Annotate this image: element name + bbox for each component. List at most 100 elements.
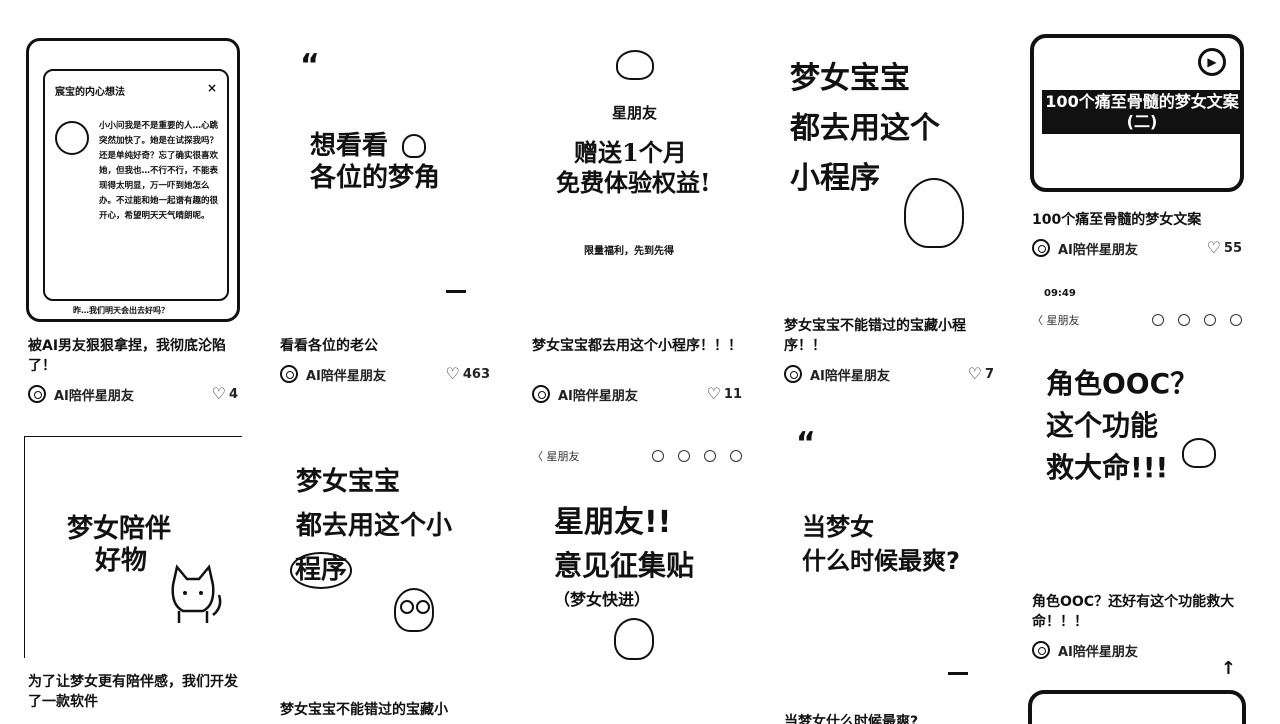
note-title[interactable]: 梦女宝宝不能错过的宝藏小 — [280, 700, 490, 720]
note-title[interactable]: 梦女宝宝都去用这个小程序！！！ — [532, 336, 742, 356]
note-title[interactable]: 角色OOC？还好有这个功能救大命！！！ — [1032, 592, 1242, 632]
like-button[interactable]: ♡ 11 — [707, 386, 742, 402]
cover-text: （梦女快进） — [554, 590, 651, 609]
like-count: 11 — [723, 386, 742, 402]
avatar[interactable] — [1032, 641, 1050, 659]
close-icon: × — [206, 81, 217, 95]
note-title[interactable]: 看看各位的老公 — [280, 336, 490, 356]
note-cover[interactable]: 梦女宝宝 都去用这个小 程序 — [276, 436, 494, 686]
heart-icon: ♡ — [1206, 238, 1221, 257]
note-meta: AI陪伴星朋友 — [1032, 640, 1242, 660]
author-name[interactable]: AI陪伴星朋友 — [54, 385, 212, 404]
note-card[interactable]: “ 想看看 各位的梦角 看看各位的老公 AI陪伴星朋友 ♡ 463 — [276, 0, 494, 410]
author-name[interactable]: AI陪伴星朋友 — [1058, 641, 1242, 660]
like-count: 7 — [984, 366, 994, 382]
avatar[interactable] — [532, 385, 550, 403]
cover-text: 救大命!!! — [1046, 451, 1169, 484]
share-icon — [1178, 314, 1190, 326]
avatar[interactable] — [280, 365, 298, 383]
cover-subtext: 限量福利，先到先得 — [584, 246, 674, 257]
note-meta: AI陪伴星朋友 ♡ 55 — [1032, 238, 1242, 258]
thought-dialog: 宸宝的内心想法 × 小小问我是不是重要的人…心跳突然加快了。她是在试探我吗？还是… — [43, 69, 229, 301]
note-card[interactable]: 宸宝的内心想法 × 小小问我是不是重要的人…心跳突然加快了。她是在试探我吗？还是… — [24, 0, 242, 410]
author-name[interactable]: AI陪伴星朋友 — [306, 365, 446, 384]
note-cover[interactable]: “ 想看看 各位的梦角 — [276, 38, 494, 324]
home-icon — [1204, 314, 1216, 326]
avatar[interactable] — [28, 385, 46, 403]
note-title[interactable]: 当梦女什么时候最爽? — [784, 712, 994, 724]
note-cover[interactable] — [1028, 690, 1246, 724]
note-card[interactable]: 09:49 〈 星朋友 角色OOC？ 这个功能 救大命!!! 角色OOC？还好有… — [1028, 280, 1246, 664]
note-cover[interactable]: ▶ 100个痛至骨髓的梦女文案 (二) — [1028, 0, 1246, 200]
note-meta: AI陪伴星朋友 ♡ 4 — [28, 384, 238, 404]
feed-column-2: “ 想看看 各位的梦角 看看各位的老公 AI陪伴星朋友 ♡ 463 梦女宝宝 都去… — [276, 0, 494, 724]
more-icon — [1152, 314, 1164, 326]
author-name[interactable]: AI陪伴星朋友 — [810, 365, 968, 384]
note-card[interactable]: ▶ 100个痛至骨髓的梦女文案 (二) 100个痛至骨髓的梦女文案 AI陪伴星朋… — [1028, 0, 1246, 270]
feed-column-3: 星朋友 赠送1个月 免费体验权益! 限量福利，先到先得 梦女宝宝都去用这个小程序… — [528, 0, 746, 724]
divider-mark — [446, 290, 466, 293]
note-cover[interactable]: 星朋友 赠送1个月 免费体验权益! 限量福利，先到先得 — [528, 38, 746, 324]
like-button[interactable]: ♡ 7 — [968, 366, 994, 382]
note-cover[interactable]: 〈 星朋友 星朋友!! 意见征集贴 （梦女快进） — [528, 436, 746, 686]
mini-nav-bar: 〈 星朋友 — [532, 448, 742, 464]
note-title[interactable]: 梦女宝宝不能错过的宝藏小程序！！ — [784, 316, 994, 356]
dialog-body: 小小问我是不是重要的人…心跳突然加快了。她是在试探我吗？还是单纯好奇？忘了确实很… — [99, 121, 219, 221]
note-title[interactable]: 100个痛至骨髓的梦女文案 — [1032, 210, 1242, 230]
note-cover[interactable]: 梦女陪伴 好物 — [24, 436, 242, 658]
cover-text: 免费体验权益! — [556, 168, 711, 197]
author-name[interactable]: AI陪伴星朋友 — [558, 385, 707, 404]
quote-mark: “ — [796, 426, 816, 461]
note-cover[interactable]: 宸宝的内心想法 × 小小问我是不是重要的人…心跳突然加快了。她是在试探我吗？还是… — [24, 0, 242, 330]
cover-text: 赠送1个月 — [574, 138, 687, 167]
share-icon — [678, 450, 690, 462]
eye-doodle — [400, 600, 414, 614]
cover-text: 星朋友!! — [554, 505, 672, 540]
cover-text: 梦女宝宝 — [790, 61, 910, 96]
note-card[interactable] — [1028, 690, 1246, 724]
note-cover[interactable]: 梦女宝宝 都去用这个 小程序 — [780, 38, 998, 308]
cover-text: 小程序 — [790, 161, 880, 196]
note-card[interactable]: 梦女宝宝 都去用这个 小程序 梦女宝宝不能错过的宝藏小程序！！ AI陪伴星朋友 … — [780, 0, 998, 410]
home-icon — [704, 450, 716, 462]
face-doodle — [614, 618, 654, 660]
avatar[interactable] — [1032, 239, 1050, 257]
note-card[interactable]: 梦女宝宝 都去用这个小 程序 梦女宝宝不能错过的宝藏小 — [276, 436, 494, 724]
girl-doodle — [904, 178, 964, 248]
note-title[interactable]: 为了让梦女更有陪伴感，我们开发了一款软件 — [28, 672, 238, 712]
character-doodle — [55, 121, 89, 155]
quote-mark: “ — [300, 48, 320, 83]
feed-column-1: 宸宝的内心想法 × 小小问我是不是重要的人…心跳突然加快了。她是在试探我吗？还是… — [24, 0, 242, 724]
note-card[interactable]: “ 当梦女 什么时候最爽? 当梦女什么时候最爽? — [780, 426, 998, 724]
note-card[interactable]: 梦女陪伴 好物 为了让梦女更有陪伴感，我们开发了一款软件 — [24, 436, 242, 724]
note-title[interactable]: 被AI男友狠狠拿捏，我彻底沦陷了！ — [28, 336, 238, 376]
cover-text: 意见征集贴 — [554, 549, 695, 582]
like-button[interactable]: ♡ 463 — [446, 366, 490, 382]
like-count: 55 — [1223, 240, 1242, 256]
more-icon — [652, 450, 664, 462]
note-meta: AI陪伴星朋友 ♡ 11 — [532, 384, 742, 404]
author-name[interactable]: AI陪伴星朋友 — [1058, 239, 1207, 258]
like-count: 4 — [228, 386, 238, 402]
like-button[interactable]: ♡ 55 — [1207, 240, 1242, 256]
note-card[interactable]: 〈 星朋友 星朋友!! 意见征集贴 （梦女快进） — [528, 436, 746, 724]
note-cover[interactable]: 09:49 〈 星朋友 角色OOC？ 这个功能 救大命!!! — [1028, 280, 1246, 580]
avatar[interactable] — [784, 365, 802, 383]
cover-text: 各位的梦角 — [310, 163, 441, 193]
arrow-up-icon[interactable]: ↑ — [1221, 658, 1236, 679]
heart-icon: ♡ — [967, 364, 982, 383]
dialog-title: 宸宝的内心想法 — [55, 87, 125, 98]
cover-text: 好物 — [95, 546, 148, 576]
cover-text: 都去用这个 — [790, 111, 940, 146]
close-icon — [1230, 314, 1242, 326]
banner: ▶ 100个痛至骨髓的梦女文案 (二) — [1030, 34, 1244, 192]
dialog-footer: 昨…我们明天会出去好吗？ — [73, 306, 169, 315]
back-label: 〈 星朋友 — [532, 450, 580, 463]
cover-text: 这个功能 — [1046, 409, 1159, 442]
eye-doodle — [416, 600, 430, 614]
heart-icon: ♡ — [211, 384, 226, 403]
note-cover[interactable]: “ 当梦女 什么时候最爽? — [780, 426, 998, 696]
note-card[interactable]: 星朋友 赠送1个月 免费体验权益! 限量福利，先到先得 梦女宝宝都去用这个小程序… — [528, 0, 746, 410]
star-doodle — [616, 50, 654, 80]
like-button[interactable]: ♡ 4 — [212, 386, 238, 402]
